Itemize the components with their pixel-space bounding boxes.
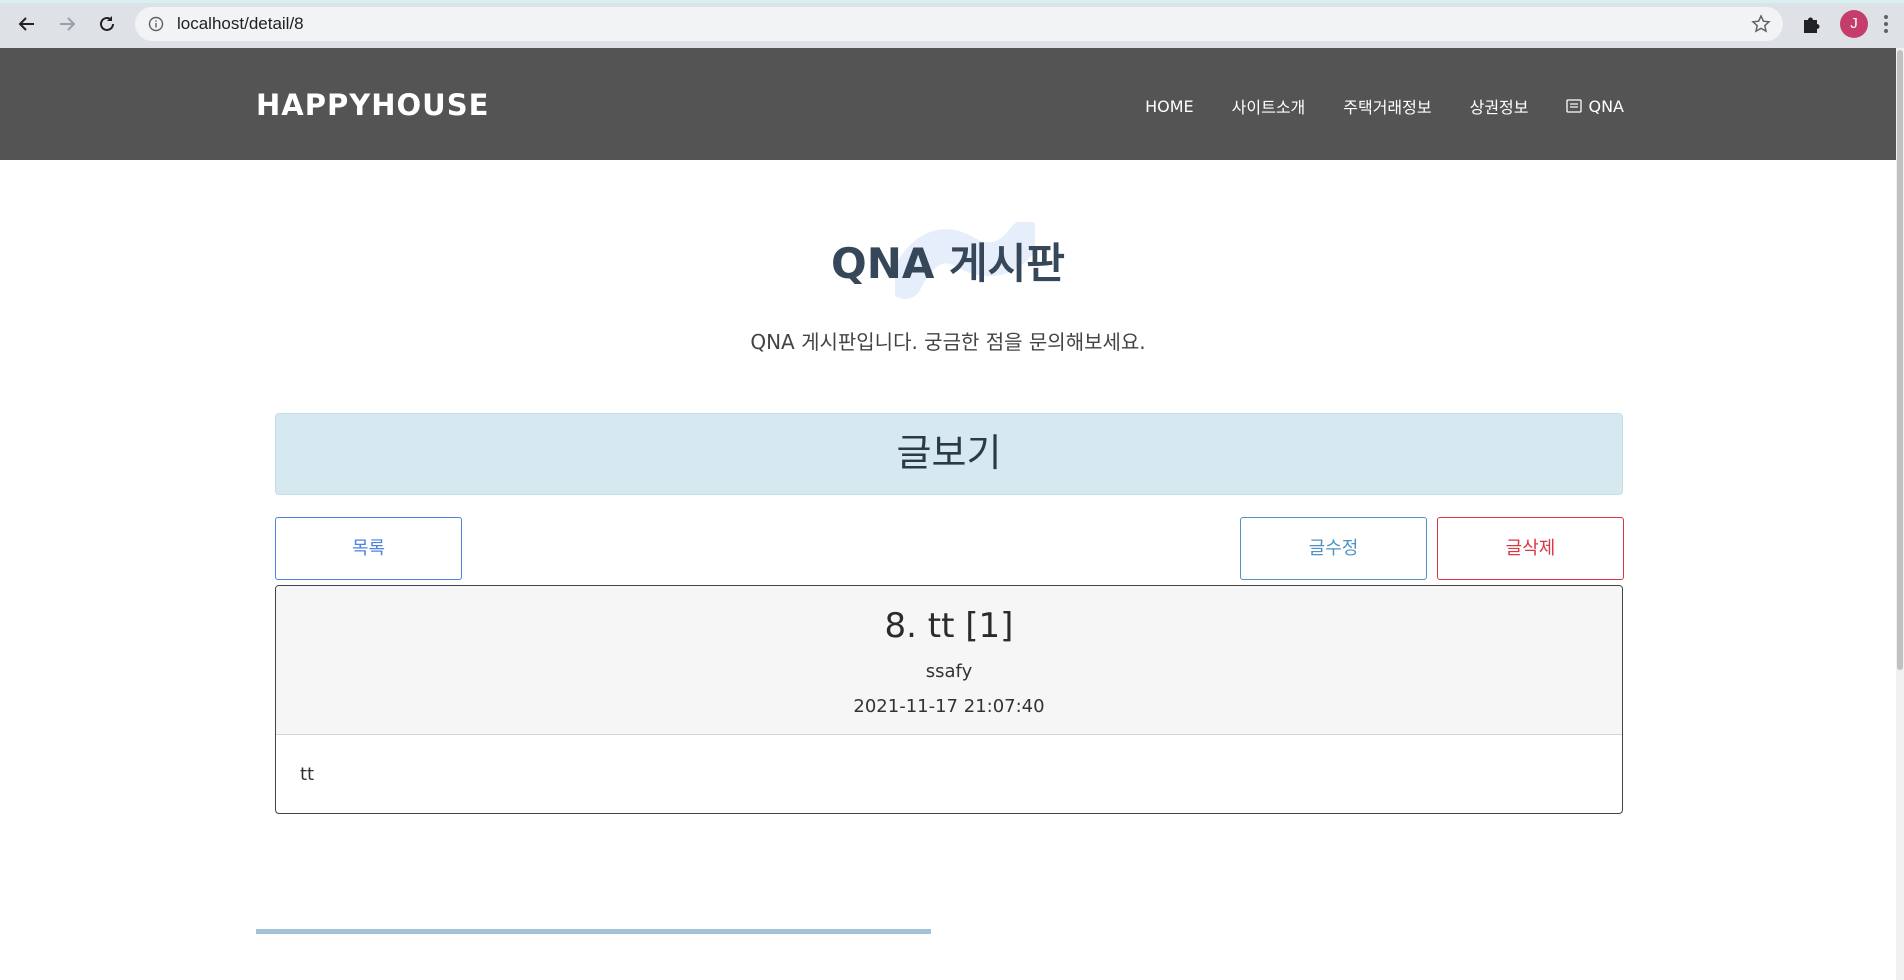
browser-menu-icon[interactable] (1882, 12, 1890, 36)
back-icon[interactable] (14, 11, 40, 37)
board-icon (1566, 99, 1583, 113)
main-nav: HOME 사이트소개 주택거래정보 상권정보 QNA (1125, 94, 1624, 118)
brand-logo[interactable]: HAPPYHOUSE (256, 88, 489, 122)
nav-qna[interactable]: QNA (1566, 94, 1624, 118)
post-card: 8. tt [1] ssafy 2021-11-17 21:07:40 tt (275, 585, 1623, 814)
post-author: ssafy (925, 661, 973, 682)
bookmark-star-icon[interactable] (1751, 14, 1771, 34)
nav-label: QNA (1588, 96, 1624, 116)
tab-strip-edge (0, 0, 1904, 3)
page-title: QNA 게시판 (831, 239, 1065, 288)
post-header: 8. tt [1] ssafy 2021-11-17 21:07:40 (276, 586, 1622, 735)
nav-commercial[interactable]: 상권정보 (1470, 94, 1529, 118)
nav-home[interactable]: HOME (1145, 94, 1194, 118)
url-text[interactable]: localhost/detail/8 (177, 14, 304, 34)
post-content: tt (300, 764, 315, 785)
forward-icon[interactable] (54, 11, 80, 37)
list-button[interactable]: 목록 (275, 517, 462, 580)
page-subtitle: QNA 게시판입니다. 궁금한 점을 문의해보세요. (750, 330, 1146, 354)
delete-post-button[interactable]: 글삭제 (1437, 517, 1624, 580)
reload-icon[interactable] (94, 11, 120, 37)
browser-toolbar: localhost/detail/8 J (0, 0, 1904, 49)
scrollbar-thumb[interactable] (1897, 50, 1903, 670)
nav-label: 사이트소개 (1231, 98, 1306, 117)
post-date: 2021-11-17 21:07:40 (853, 696, 1045, 717)
nav-about[interactable]: 사이트소개 (1232, 94, 1306, 118)
address-bar[interactable]: localhost/detail/8 (135, 7, 1783, 41)
nav-housing-deals[interactable]: 주택거래정보 (1343, 94, 1431, 118)
profile-avatar[interactable]: J (1840, 10, 1868, 38)
footer-accent-line (256, 929, 931, 934)
edit-post-button[interactable]: 글수정 (1240, 517, 1427, 580)
site-header: HAPPYHOUSE HOME 사이트소개 주택거래정보 상권정보 QNA (0, 48, 1896, 160)
nav-label: 상권정보 (1469, 98, 1529, 117)
post-title: 8. tt [1] (884, 606, 1014, 646)
page-title-wrap: QNA 게시판 (0, 230, 1896, 291)
nav-label: 주택거래정보 (1343, 98, 1432, 117)
site-info-icon[interactable] (148, 16, 164, 32)
nav-label: HOME (1145, 96, 1194, 116)
section-banner: 글보기 (275, 413, 1623, 495)
extensions-puzzle-icon[interactable] (1800, 13, 1822, 35)
page-scrollbar[interactable] (1896, 48, 1904, 980)
